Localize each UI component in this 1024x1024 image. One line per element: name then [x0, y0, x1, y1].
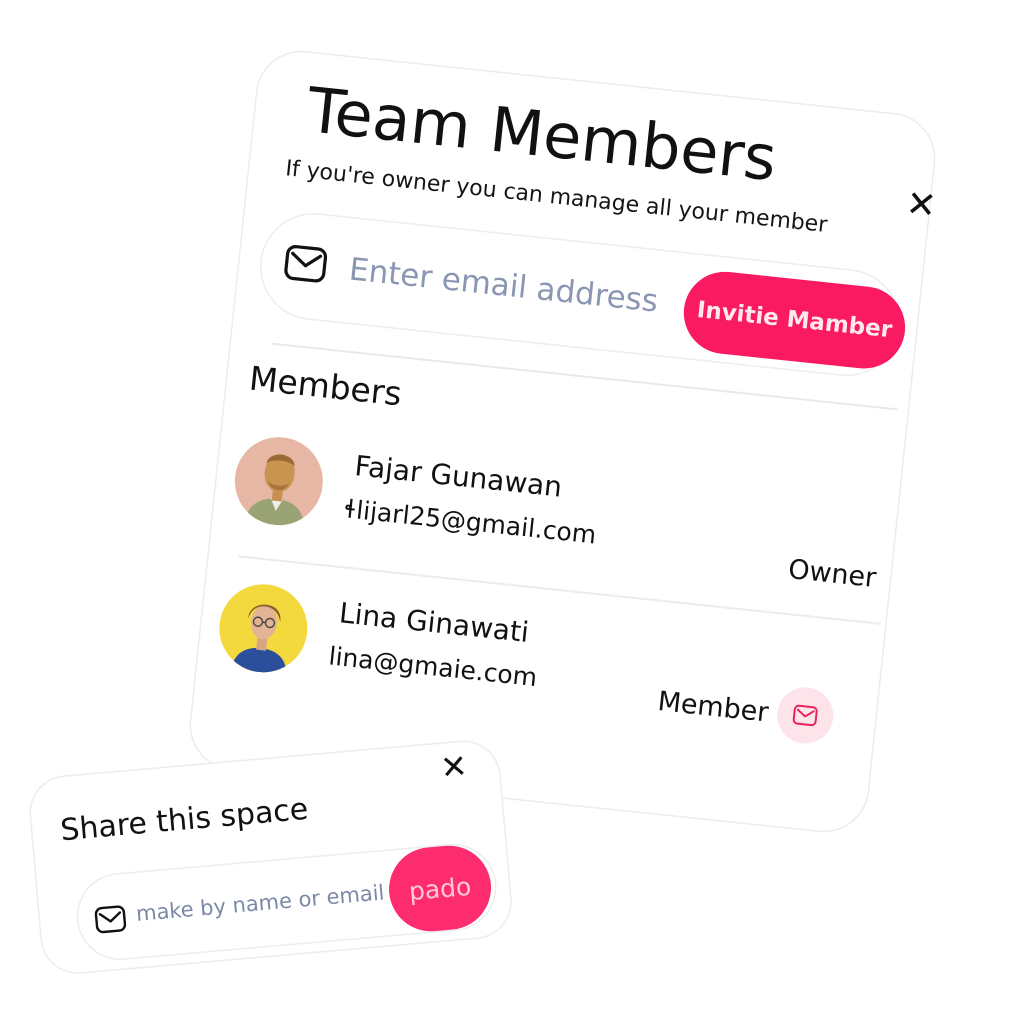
avatar: [230, 432, 328, 530]
share-submit-button[interactable]: pado: [385, 842, 495, 935]
avatar-image: [214, 579, 312, 677]
members-heading: Members: [247, 358, 404, 414]
mail-icon: [284, 245, 328, 283]
member-role: Owner: [786, 553, 878, 595]
member-role: Member: [656, 686, 770, 729]
mail-icon: [94, 905, 127, 934]
member-name: Fajar Gunawan: [353, 449, 564, 504]
send-mail-button[interactable]: [774, 684, 836, 747]
close-icon[interactable]: ✕: [904, 183, 938, 227]
avatar-image: [230, 432, 328, 530]
share-search-input[interactable]: [132, 873, 389, 934]
team-members-card: Team Members If you're owner you can man…: [186, 48, 938, 836]
share-space-card: Share this space ✕ pado: [28, 739, 514, 976]
share-field-container: pado: [74, 841, 499, 962]
member-name: Lina Ginawati: [337, 596, 531, 649]
close-icon[interactable]: ✕: [439, 747, 469, 787]
member-email: lina@gmaie.com: [327, 641, 539, 693]
invite-member-button[interactable]: Invitie Mamber: [679, 267, 910, 373]
share-title: Share this space: [59, 791, 310, 849]
email-input[interactable]: [344, 246, 672, 326]
mail-icon: [792, 704, 818, 727]
app-canvas: Team Members If you're owner you can man…: [0, 0, 1024, 1024]
avatar: [214, 579, 312, 677]
